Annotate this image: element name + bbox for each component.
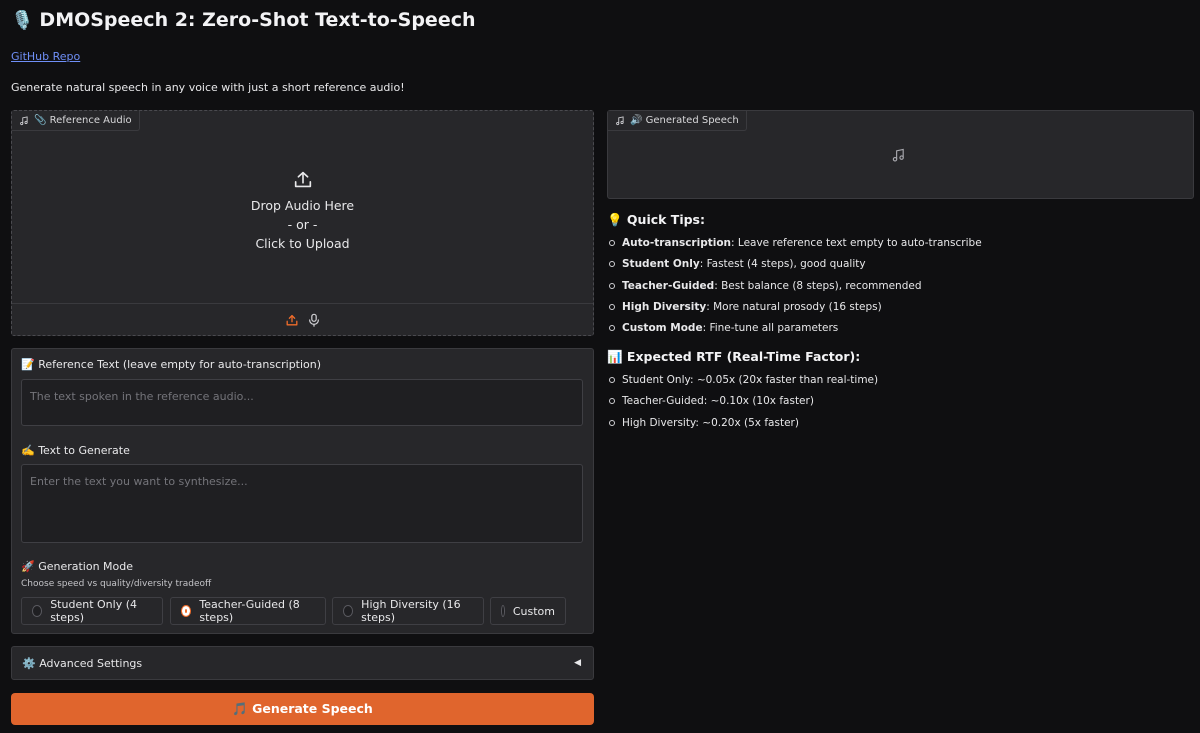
radio-indicator xyxy=(181,605,192,617)
click-upload-text: Click to Upload xyxy=(255,236,350,251)
microphone-icon[interactable] xyxy=(307,313,321,327)
upload-source-icon[interactable] xyxy=(285,313,299,327)
music-note-icon xyxy=(892,148,904,162)
mode-option-teacher[interactable]: Teacher-Guided (8 steps) xyxy=(170,597,326,625)
generation-mode-label: 🚀 Generation Mode xyxy=(21,560,134,573)
radio-indicator xyxy=(32,605,43,617)
page-subtitle: Generate natural speech in any voice wit… xyxy=(11,81,405,94)
list-item: Student Only: Fastest (4 steps), good qu… xyxy=(607,257,982,278)
mode-option-label: Student Only (4 steps) xyxy=(50,598,137,624)
audio-source-toolbar xyxy=(12,303,593,335)
reference-text-input[interactable] xyxy=(21,379,583,426)
list-item: Teacher-Guided: ~0.10x (10x faster) xyxy=(607,394,878,415)
list-item: Teacher-Guided: Best balance (8 steps), … xyxy=(607,279,982,300)
reference-audio-tag: 📎 Reference Audio xyxy=(12,111,140,131)
reference-text-label: 📝 Reference Text (leave empty for auto-t… xyxy=(21,358,322,371)
list-item: High Diversity: ~0.20x (5x faster) xyxy=(607,416,878,437)
generated-speech-label: 🔊 Generated Speech xyxy=(630,115,739,126)
mode-option-label: High Diversity (16 steps) xyxy=(361,598,461,624)
radio-indicator xyxy=(501,605,505,617)
text-to-generate-label: ✍️ Text to Generate xyxy=(21,444,130,457)
list-item: Auto-transcription: Leave reference text… xyxy=(607,236,982,257)
advanced-settings-label: ⚙️ Advanced Settings xyxy=(22,656,143,670)
generate-speech-button[interactable]: 🎵 Generate Speech xyxy=(11,693,594,725)
radio-indicator xyxy=(343,605,354,617)
mode-option-custom[interactable]: Custom xyxy=(490,597,566,625)
music-note-icon xyxy=(20,115,28,125)
or-text: - or - xyxy=(287,217,318,232)
page-title-text: DMOSpeech 2: Zero-Shot Text-to-Speech xyxy=(39,9,476,31)
mode-option-high-diversity[interactable]: High Diversity (16 steps) xyxy=(332,597,484,625)
generation-mode-hint: Choose speed vs quality/diversity tradeo… xyxy=(21,579,212,589)
upload-prompt[interactable]: Drop Audio Here - or - Click to Upload xyxy=(12,169,593,253)
quick-tips-heading: 💡 Quick Tips: xyxy=(607,212,705,227)
rtf-list: Student Only: ~0.05x (20x faster than re… xyxy=(607,373,878,437)
list-item: High Diversity: More natural prosody (16… xyxy=(607,300,982,321)
advanced-settings-accordion[interactable]: ⚙️ Advanced Settings ◀ xyxy=(11,646,594,680)
reference-audio-label: 📎 Reference Audio xyxy=(34,115,132,126)
music-note-icon xyxy=(616,115,624,125)
mode-option-label: Custom xyxy=(512,604,555,618)
mode-option-student[interactable]: Student Only (4 steps) xyxy=(21,597,163,625)
quick-tips-list: Auto-transcription: Leave reference text… xyxy=(607,236,982,342)
page-title: 🎙️ DMOSpeech 2: Zero-Shot Text-to-Speech xyxy=(11,9,476,31)
caret-left-icon: ◀ xyxy=(574,658,581,668)
mode-option-label: Teacher-Guided (8 steps) xyxy=(199,598,300,624)
generated-speech-tag: 🔊 Generated Speech xyxy=(608,111,747,131)
list-item: Custom Mode: Fine-tune all parameters xyxy=(607,321,982,342)
generated-speech-panel: 🔊 Generated Speech xyxy=(607,110,1194,199)
github-repo-link[interactable]: GitHub Repo xyxy=(11,50,80,63)
rtf-heading: 📊 Expected RTF (Real-Time Factor): xyxy=(607,349,861,364)
text-to-generate-input[interactable] xyxy=(21,464,583,543)
microphone-emoji-icon: 🎙️ xyxy=(11,9,34,31)
reference-audio-dropzone[interactable]: 📎 Reference Audio Drop Audio Here - or -… xyxy=(11,110,594,336)
list-item: Student Only: ~0.05x (20x faster than re… xyxy=(607,373,878,394)
upload-icon xyxy=(294,171,311,188)
drop-audio-text: Drop Audio Here xyxy=(250,198,355,213)
